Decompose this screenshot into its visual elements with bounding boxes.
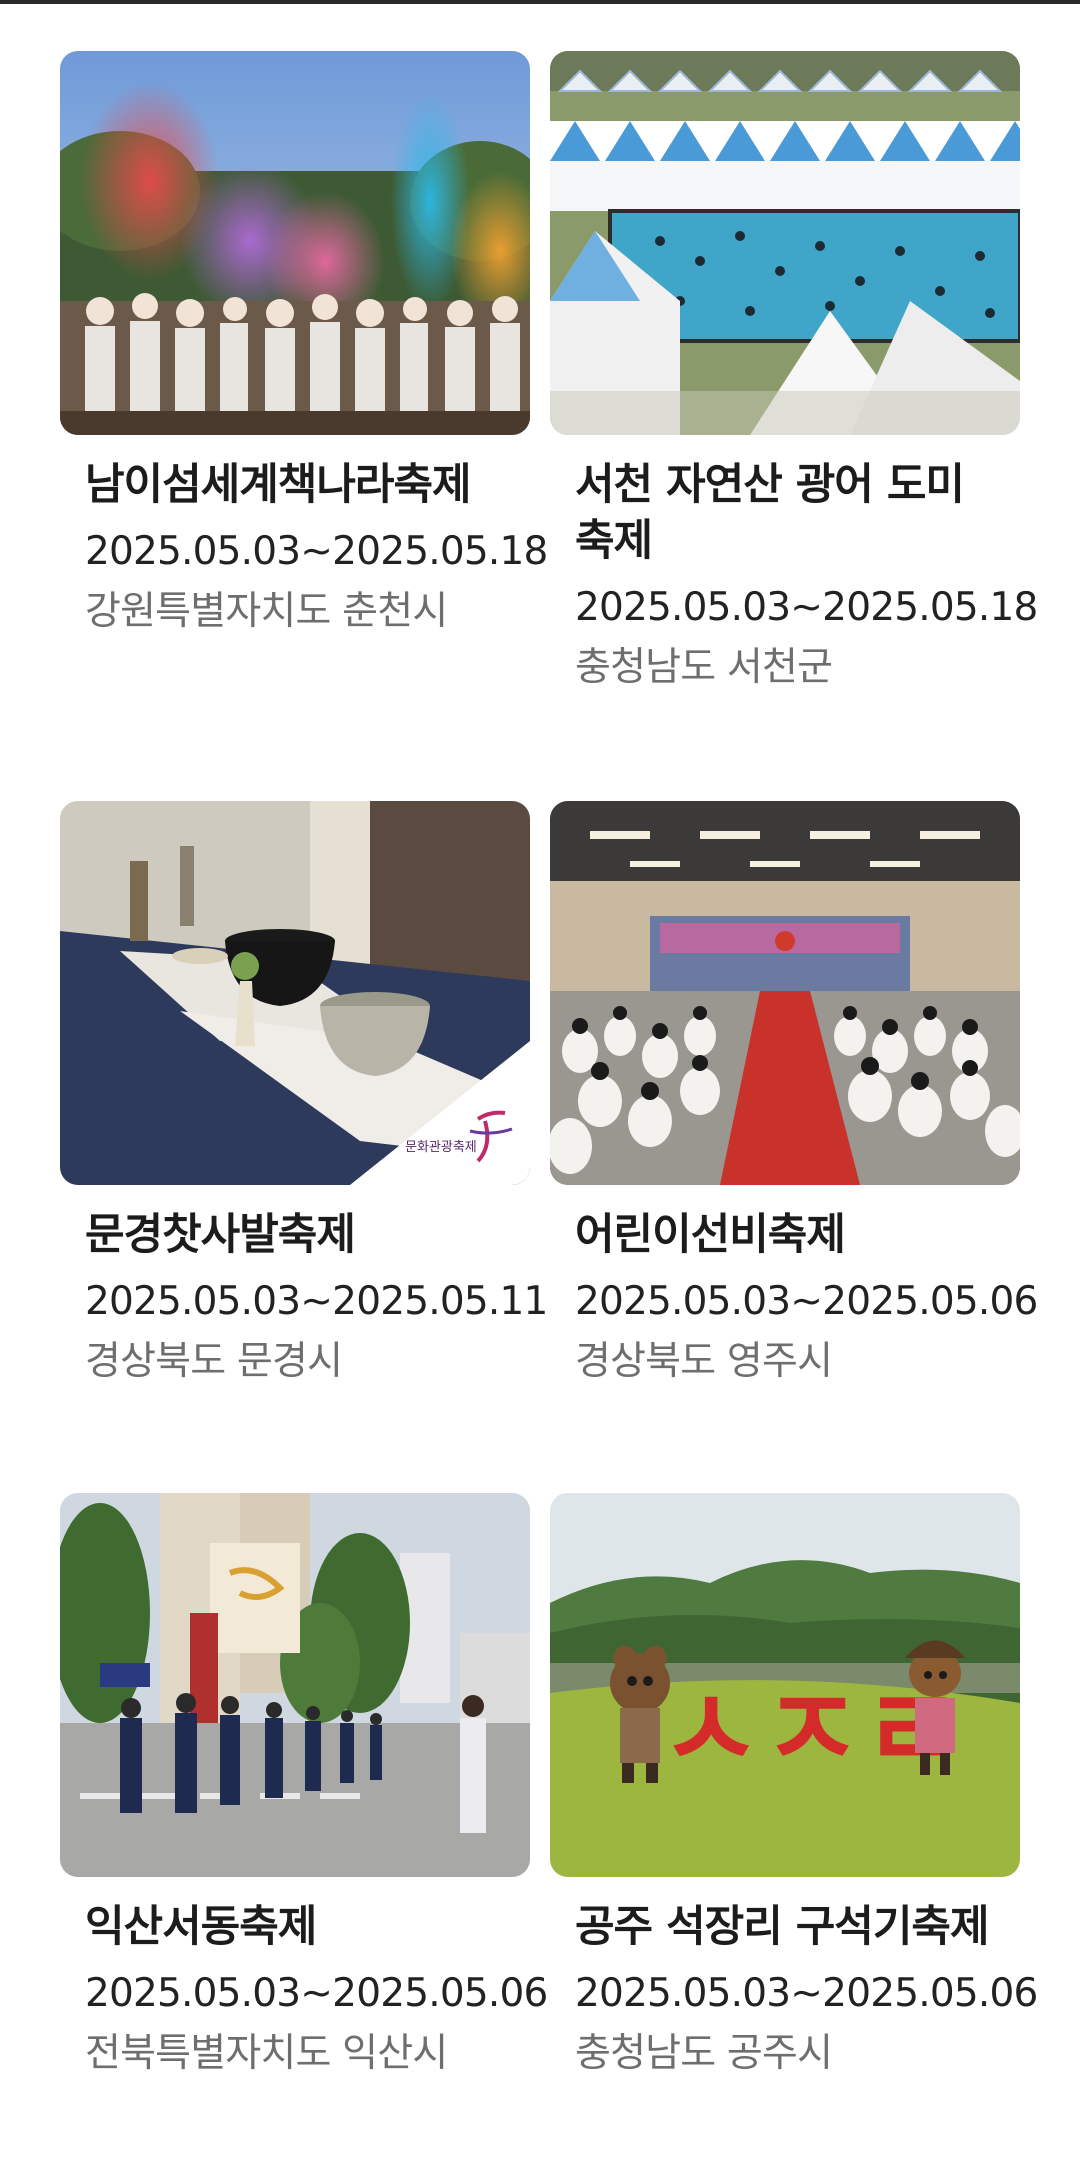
festival-date: 2025.05.03~2025.05.06 (85, 1971, 548, 2016)
festival-card[interactable]: ㅅㅈㄹ 공주 석장리 구석기축제 2025.05.03~2025.05.06 충… (550, 1493, 1038, 2081)
festival-date: 2025.05.03~2025.05.06 (575, 1279, 1038, 1324)
children-hall-ceremony-photo (550, 801, 1020, 1185)
festival-location: 충청남도 공주시 (575, 2031, 833, 2076)
festival-location: 강원특별자치도 춘천시 (85, 589, 448, 634)
festival-card[interactable]: 문화관광축제 문경찻사발축제 2025.05.03~2025.05.11 경상북… (60, 801, 548, 1389)
festival-card[interactable]: 남이섬세계책나라축제 2025.05.03~2025.05.18 강원특별자치도… (60, 51, 548, 639)
festival-card[interactable]: 어린이선비축제 2025.05.03~2025.05.06 경상북도 영주시 (550, 801, 1038, 1389)
festival-date: 2025.05.03~2025.05.18 (575, 585, 1038, 630)
festival-date: 2025.05.03~2025.05.18 (85, 529, 548, 574)
festival-date: 2025.05.03~2025.05.06 (575, 1971, 1038, 2016)
festival-watermark-text: 문화관광축제 (405, 1140, 477, 1155)
mascots-hill-sign-photo: ㅅㅈㄹ (550, 1493, 1020, 1877)
festival-thumbnail[interactable] (60, 1493, 530, 1877)
festival-title[interactable]: 남이섬세계책나라축제 (85, 457, 525, 513)
festival-location: 경상북도 영주시 (575, 1339, 833, 1384)
festival-date: 2025.05.03~2025.05.11 (85, 1279, 548, 1324)
color-powder-crowd-photo (60, 51, 530, 435)
festival-grid: 남이섬세계책나라축제 2025.05.03~2025.05.18 강원특별자치도… (0, 0, 1080, 2177)
festival-title[interactable]: 문경찻사발축제 (85, 1207, 525, 1263)
festival-thumbnail[interactable]: 문화관광축제 (60, 801, 530, 1185)
festival-location: 경상북도 문경시 (85, 1339, 343, 1384)
fishing-pool-tents-photo (550, 51, 1020, 435)
festival-title[interactable]: 익산서동축제 (85, 1899, 525, 1955)
festival-location: 충청남도 서천군 (575, 645, 833, 690)
street-parade-photo (60, 1493, 530, 1877)
festival-title[interactable]: 어린이선비축제 (575, 1207, 1015, 1263)
festival-thumbnail[interactable]: ㅅㅈㄹ (550, 1493, 1020, 1877)
festival-thumbnail[interactable] (550, 801, 1020, 1185)
festival-title[interactable]: 공주 석장리 구석기축제 (575, 1899, 1015, 1955)
festival-thumbnail[interactable] (550, 51, 1020, 435)
festival-title[interactable]: 서천 자연산 광어 도미 축제 (575, 457, 1015, 569)
tea-bowls-photo: 문화관광축제 (60, 801, 530, 1185)
festival-card[interactable]: 서천 자연산 광어 도미 축제 2025.05.03~2025.05.18 충청… (550, 51, 1038, 695)
festival-location: 전북특별자치도 익산시 (85, 2031, 448, 2076)
festival-card[interactable]: 익산서동축제 2025.05.03~2025.05.06 전북특별자치도 익산시 (60, 1493, 548, 2081)
festival-thumbnail[interactable] (60, 51, 530, 435)
